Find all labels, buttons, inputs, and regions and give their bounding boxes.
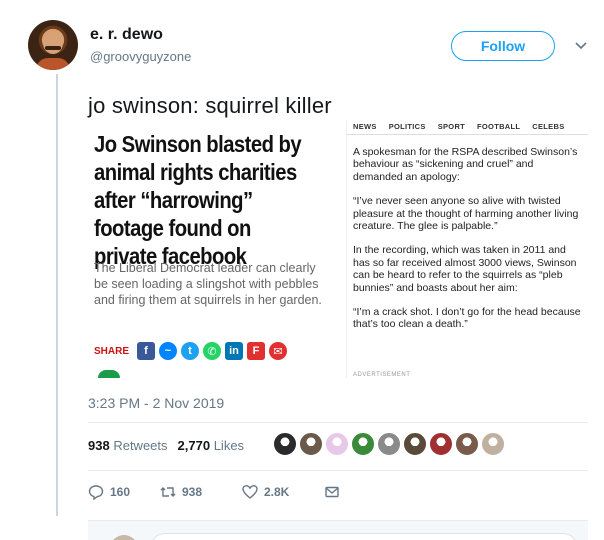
article-nav-item: SPORT [437,122,466,131]
liker-avatar[interactable] [377,432,401,456]
heart-icon [242,485,258,499]
likes-count: 2,770 [177,438,211,453]
retweets-count: 938 [88,438,110,453]
divider [88,470,588,471]
reply-count: 160 [110,485,131,499]
avatar-mustache [45,46,61,50]
likes-label: Likes [213,438,245,453]
attached-image[interactable]: Jo Swinson blasted by animal rights char… [88,120,588,378]
direct-message-button[interactable] [324,484,340,500]
liker-avatar[interactable] [481,432,505,456]
likes-stat[interactable]: 2,770 Likes [178,438,245,453]
user-handle[interactable]: @groovyguyzone [90,49,191,64]
like-count: 2.8K [264,485,290,499]
email-icon: ✉ [269,342,288,360]
thread-line [56,74,58,516]
flipboard-icon: F [247,342,266,360]
avatar[interactable] [28,20,78,70]
linkedin-icon: in [225,342,244,360]
display-name[interactable]: e. r. dewo [90,26,163,44]
liker-avatar[interactable] [403,432,427,456]
article-standfirst: The Liberal Democrat leader can clearly … [94,261,322,307]
share-label: SHARE [94,345,130,357]
article-nav-item: CELEBS [532,122,565,131]
retweets-label: Retweets [113,438,168,453]
liker-avatar[interactable] [429,432,453,456]
article-headline: Jo Swinson blasted by animal rights char… [94,131,302,269]
reply-composer [88,520,588,540]
share-row: SHARE f ~ t ✆ in F ✉ [94,342,288,360]
article-paragraph: A spokesman for the RSPA described Swins… [353,146,578,183]
facebook-icon: f [137,342,156,360]
tweet-stats: 938 Retweets 2,770 Likes [88,438,244,453]
reply-button[interactable]: 160 [88,484,160,500]
article-left-column: Jo Swinson blasted by animal rights char… [88,120,346,378]
article-nav-item: FOOTBALL [477,122,521,131]
liker-avatar[interactable] [325,432,349,456]
liker-avatar[interactable] [273,432,297,456]
liker-avatar[interactable] [299,432,323,456]
comments-badge-icon [98,370,120,378]
nav-divider [347,134,588,135]
follow-button[interactable]: Follow [451,31,555,61]
article-paragraph: In the recording, which was taken in 201… [353,244,577,294]
messenger-icon: ~ [159,342,178,360]
retweet-button[interactable]: 938 [160,484,242,500]
twitter-icon: t [181,342,200,360]
article-right-column: NEWS POLITICS SPORT FOOTBALL CELEBS A sp… [346,120,588,378]
article-paragraph: “I’m a crack shot. I don’t go for the he… [353,306,581,331]
retweet-icon [160,487,176,497]
reply-input[interactable] [150,533,578,540]
advert-label: ADVERTISEMENT [353,372,411,378]
liker-avatar[interactable] [351,432,375,456]
article-nav-item: POLITICS [388,122,426,131]
tweet-text: jo swinson: squirrel killer [88,93,332,118]
reply-icon [88,485,104,500]
like-button[interactable]: 2.8K [242,484,324,500]
article-body: A spokesman for the RSPA described Swins… [353,146,581,343]
retweet-count: 938 [182,485,203,499]
whatsapp-icon: ✆ [203,342,222,360]
avatar-shirt [36,58,70,70]
reply-avatar [110,535,138,540]
avatar-face [43,32,63,54]
retweets-stat[interactable]: 938 Retweets [88,438,168,453]
tweet-actions: 160 938 2.8K [88,484,340,500]
article-nav: NEWS POLITICS SPORT FOOTBALL CELEBS [353,122,565,131]
tweet-timestamp[interactable]: 3:23 PM - 2 Nov 2019 [88,395,224,411]
divider [88,422,588,423]
envelope-icon [325,486,339,498]
liker-avatar[interactable] [455,432,479,456]
article-nav-item: NEWS [353,122,377,131]
liker-avatars [273,432,505,456]
article-paragraph: “I’ve never seen anyone so alive with tw… [353,195,579,233]
chevron-down-icon[interactable] [574,38,588,52]
